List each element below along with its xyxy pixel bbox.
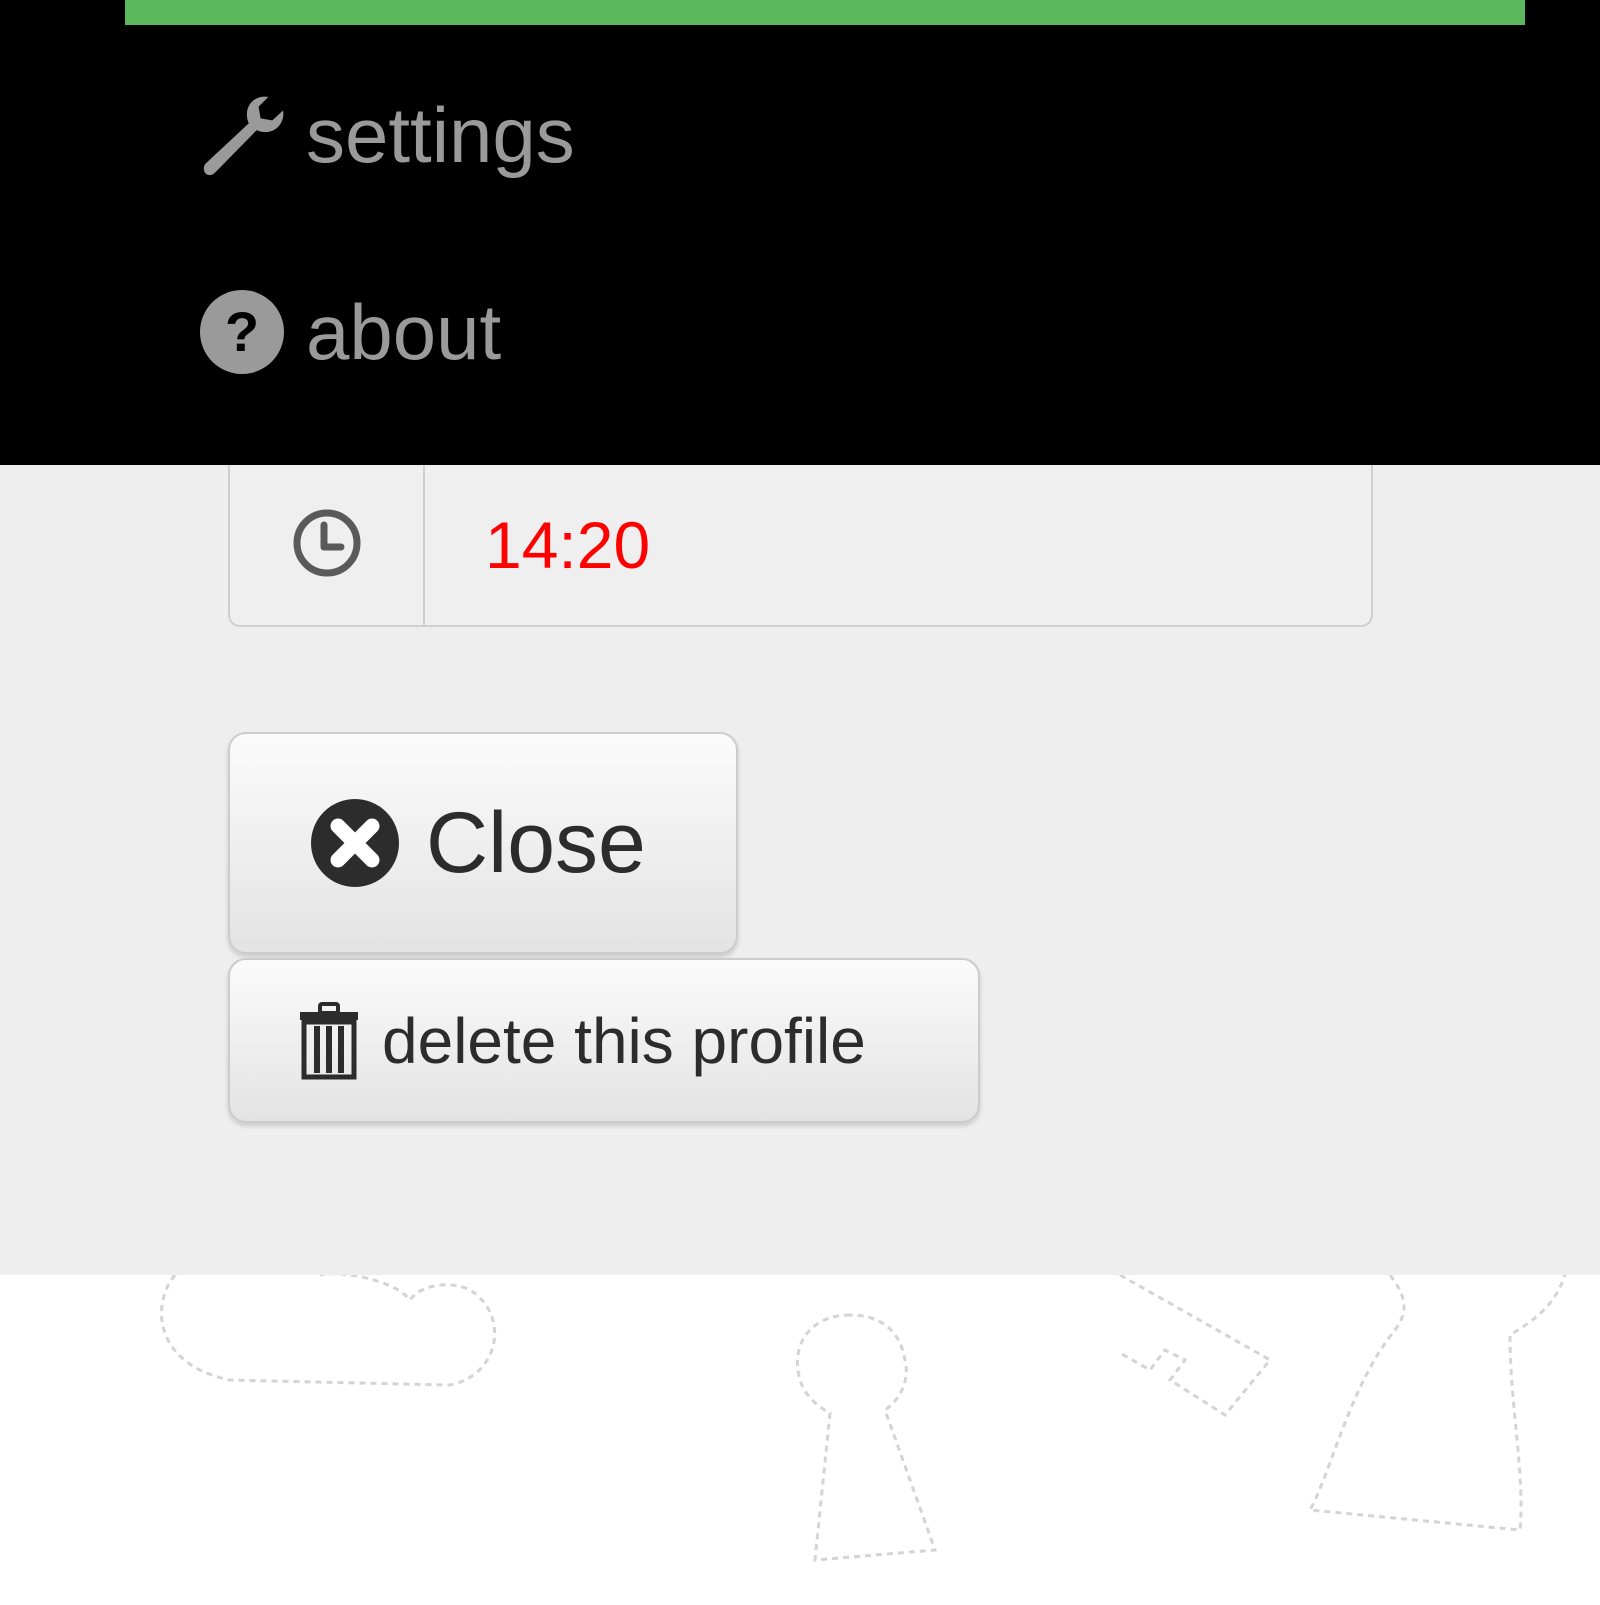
accent-bar [125,0,1525,25]
key-doodle [1119,1273,1273,1417]
keyhole-doodle [795,1313,938,1562]
svg-text:?: ? [225,300,259,363]
delete-button-label: delete this profile [382,1004,866,1077]
wrench-icon [198,91,286,179]
delete-profile-button[interactable]: delete this profile [228,958,980,1123]
menu-item-label: about [306,287,502,376]
close-circle-icon [310,798,400,888]
time-input[interactable]: 14:20 [228,465,1373,627]
side-menu: settings ? about [0,0,1600,465]
profile-panel: 14:20 Close delete this profile [0,465,1600,1275]
time-value[interactable]: 14:20 [425,465,1371,625]
menu-item-label: settings [306,90,575,179]
cloud-doodle [160,1272,497,1387]
close-button-label: Close [426,794,646,891]
question-circle-icon: ? [198,288,286,376]
background-doodles [0,1272,1600,1600]
close-button[interactable]: Close [228,732,738,954]
menu-item-about[interactable]: ? about [198,277,501,387]
time-icon-box [230,465,425,625]
lock-doodle [1307,1274,1567,1532]
trash-icon [298,1001,360,1080]
menu-item-settings[interactable]: settings [198,80,575,190]
clock-icon [291,507,363,584]
